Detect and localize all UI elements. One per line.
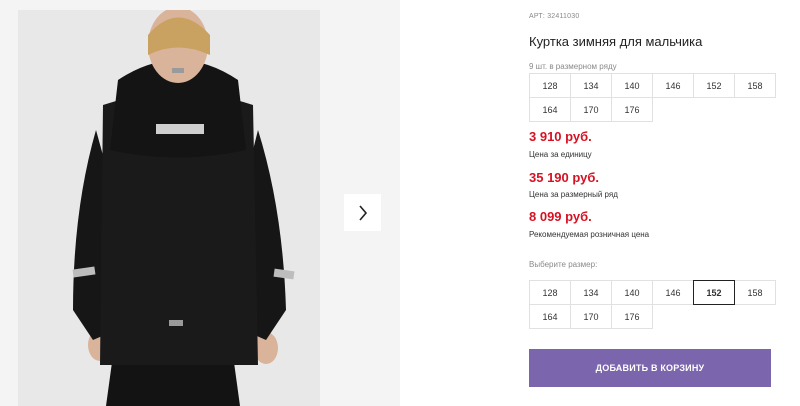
size-option[interactable]: 176: [611, 304, 653, 329]
size-picker-label: Выберите размер:: [529, 260, 598, 269]
size-row-cell: 164: [529, 97, 571, 122]
chevron-right-icon: [358, 204, 367, 221]
size-row-cell: 134: [570, 73, 612, 98]
size-row-price-label: Цена за размерный ряд: [529, 190, 618, 199]
retail-price-label: Рекомендуемая розничная цена: [529, 230, 650, 239]
size-option[interactable]: 152: [693, 280, 735, 305]
next-image-button[interactable]: [344, 194, 381, 231]
product-sku: АРТ: 32411030: [529, 13, 580, 20]
unit-price-label: Цена за единицу: [529, 150, 592, 159]
size-row-cell: 158: [734, 73, 776, 98]
retail-price: 8 099 руб.: [529, 209, 592, 224]
size-option[interactable]: 170: [570, 304, 612, 329]
product-title: Куртка зимняя для мальчика: [529, 34, 703, 49]
size-row-cell: 146: [652, 73, 694, 98]
unit-price: 3 910 руб.: [529, 129, 592, 144]
size-row-cell: 128: [529, 73, 571, 98]
size-row-grid: 128 134 140 146 152 158 164 170 176: [529, 73, 776, 122]
product-photo: [18, 10, 320, 406]
size-row-cell: 152: [693, 73, 735, 98]
size-option[interactable]: 140: [611, 280, 653, 305]
size-option[interactable]: 164: [529, 304, 571, 329]
size-row-cell: 140: [611, 73, 653, 98]
size-option[interactable]: 146: [652, 280, 694, 305]
size-option[interactable]: 128: [529, 280, 571, 305]
size-row-cell: 170: [570, 97, 612, 122]
size-option[interactable]: 134: [570, 280, 612, 305]
size-row-price: 35 190 руб.: [529, 170, 600, 185]
product-gallery: [0, 0, 400, 406]
add-to-cart-button[interactable]: ДОБАВИТЬ В КОРЗИНУ: [529, 349, 771, 387]
size-row-cell: 176: [611, 97, 653, 122]
size-option[interactable]: 158: [734, 280, 776, 305]
size-picker: 128 134 140 146 152 158 164 170 176: [529, 280, 776, 329]
size-row-note: 9 шт. в размерном ряду: [529, 62, 617, 71]
